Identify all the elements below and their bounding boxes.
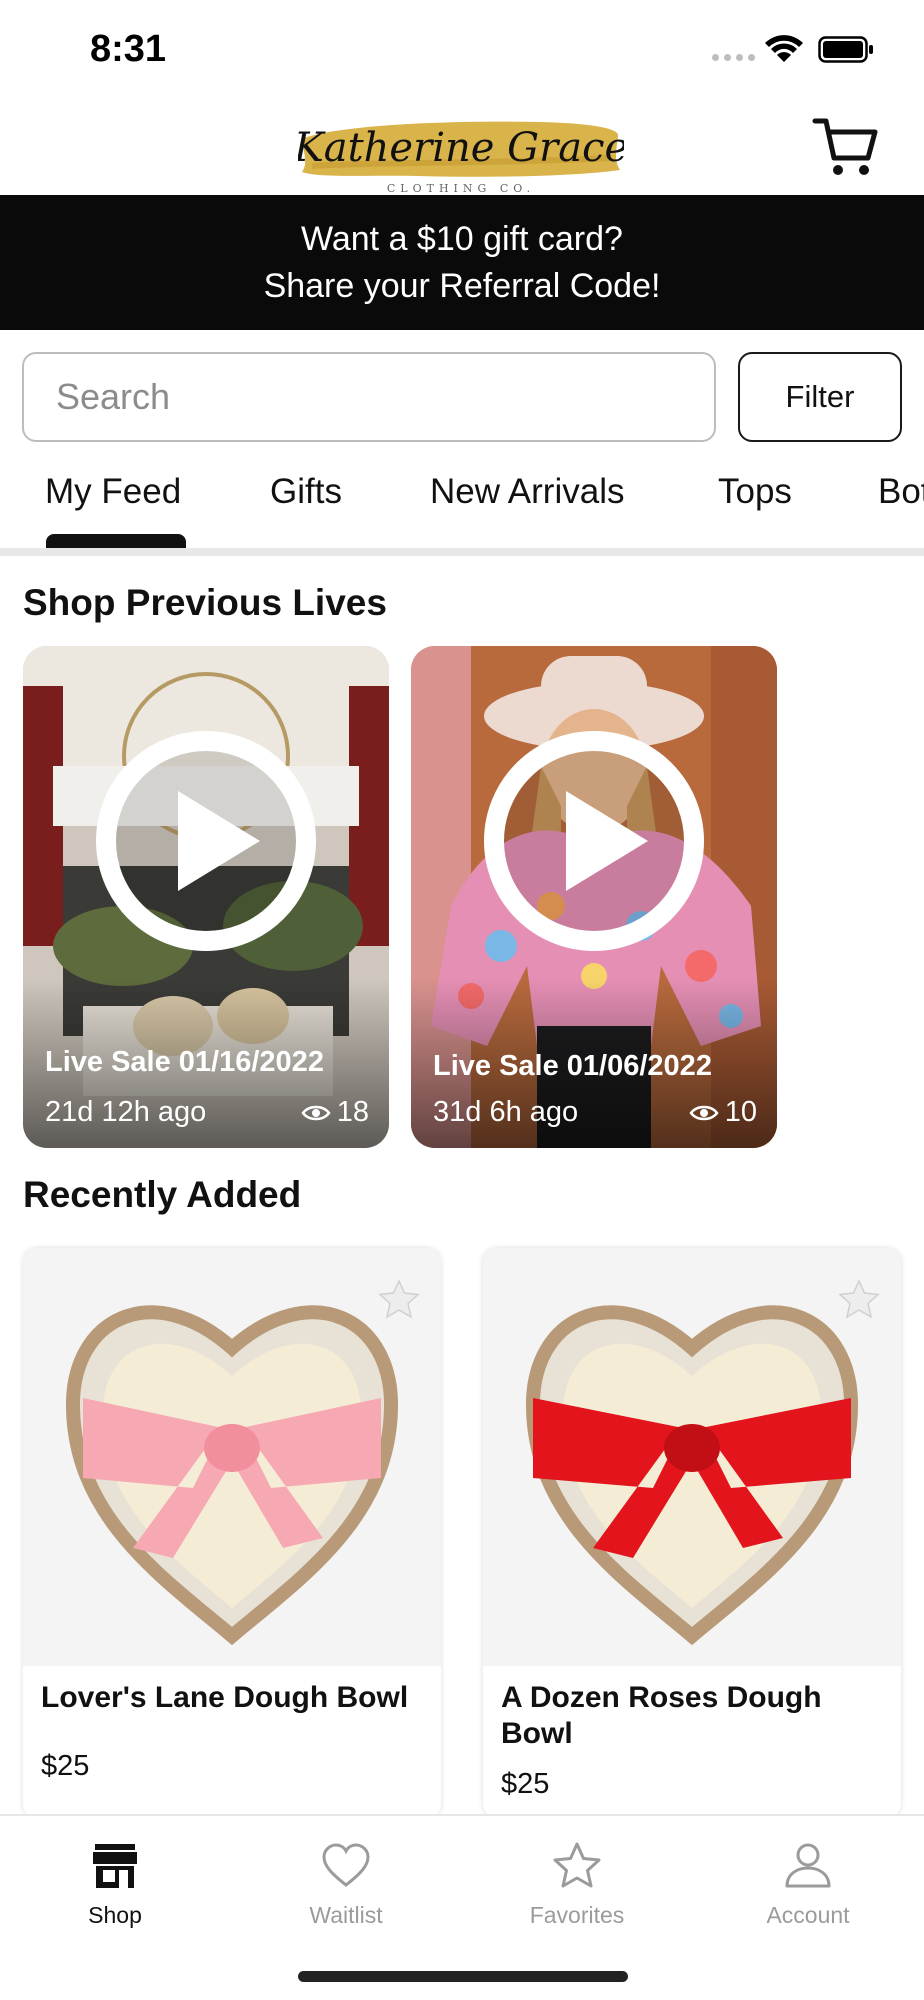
section-title-previous-lives: Shop Previous Lives — [23, 582, 387, 623]
tab-new-arrivals[interactable]: New Arrivals — [430, 472, 624, 512]
live-sale-title: Live Sale 01/06/2022 — [433, 1050, 712, 1082]
favorite-star-icon[interactable] — [377, 1278, 421, 1320]
product-price: $25 — [501, 1768, 550, 1800]
home-indicator — [298, 1971, 628, 1982]
live-replay-card[interactable]: Live Sale 01/16/2022 21d 12h ago 18 — [23, 646, 389, 1148]
view-count-value: 18 — [336, 1096, 369, 1128]
status-bar: 8:31 — [0, 0, 924, 100]
nav-account[interactable]: Account — [733, 1840, 883, 1929]
active-tab-indicator — [46, 534, 186, 548]
favorite-star-icon[interactable] — [837, 1278, 881, 1320]
nav-waitlist[interactable]: Waitlist — [271, 1840, 421, 1929]
storefront-icon — [93, 1844, 137, 1888]
nav-shop[interactable]: Shop — [40, 1840, 190, 1929]
tab-gifts[interactable]: Gifts — [270, 472, 342, 512]
play-icon[interactable] — [94, 729, 318, 953]
brand-subtitle: CLOTHING CO. — [387, 182, 535, 195]
view-count-value: 10 — [724, 1096, 757, 1128]
person-icon — [785, 1843, 831, 1888]
nav-label: Shop — [88, 1902, 142, 1928]
product-name: Lover's Lane Dough Bowl — [41, 1681, 409, 1714]
wifi-icon — [765, 35, 803, 62]
product-name: A Dozen Roses Dough Bowl — [501, 1681, 822, 1750]
category-tabs: My Feed Gifts New Arrivals Tops Bottoms — [0, 462, 924, 556]
cart-icon[interactable] — [812, 116, 878, 178]
referral-promo-banner[interactable]: Want a $10 gift card? Share your Referra… — [0, 195, 924, 330]
live-sale-title: Live Sale 01/16/2022 — [45, 1046, 324, 1078]
nav-label: Account — [766, 1902, 850, 1928]
product-card[interactable]: Lover's Lane Dough Bowl $25 — [23, 1248, 441, 1818]
cellular-signal-icon — [712, 54, 755, 61]
battery-icon — [818, 36, 873, 63]
live-replay-card[interactable]: Live Sale 01/06/2022 31d 6h ago 10 — [411, 646, 777, 1148]
live-sale-ago: 21d 12h ago — [45, 1096, 207, 1128]
nav-label: Favorites — [529, 1902, 625, 1928]
filter-button[interactable]: Filter — [738, 352, 902, 442]
product-price: $25 — [41, 1750, 90, 1782]
live-sale-ago: 31d 6h ago — [433, 1096, 579, 1128]
eye-icon — [301, 1105, 331, 1120]
view-count: 10 — [689, 1096, 757, 1129]
heart-icon — [322, 1843, 370, 1887]
tab-my-feed[interactable]: My Feed — [45, 472, 181, 512]
product-card[interactable]: A Dozen Roses Dough Bowl $25 — [483, 1248, 901, 1818]
play-icon[interactable] — [482, 729, 706, 953]
brand-name: Katherine Grace — [298, 125, 624, 171]
tab-bottoms[interactable]: Bottoms — [878, 472, 924, 512]
star-icon — [553, 1842, 601, 1888]
nav-favorites[interactable]: Favorites — [502, 1840, 652, 1929]
nav-label: Waitlist — [309, 1902, 383, 1928]
tab-tops[interactable]: Tops — [718, 472, 792, 512]
promo-line-1: Want a $10 gift card? — [301, 219, 623, 258]
section-title-recently-added: Recently Added — [23, 1174, 302, 1215]
promo-line-2: Share your Referral Code! — [263, 266, 661, 305]
app-header: Katherine Grace CLOTHING CO. — [0, 100, 924, 195]
view-count: 18 — [301, 1096, 369, 1129]
brand-logo[interactable]: Katherine Grace CLOTHING CO. — [298, 106, 624, 196]
eye-icon — [689, 1105, 719, 1120]
search-input[interactable] — [22, 352, 716, 442]
status-time: 8:31 — [90, 28, 167, 70]
